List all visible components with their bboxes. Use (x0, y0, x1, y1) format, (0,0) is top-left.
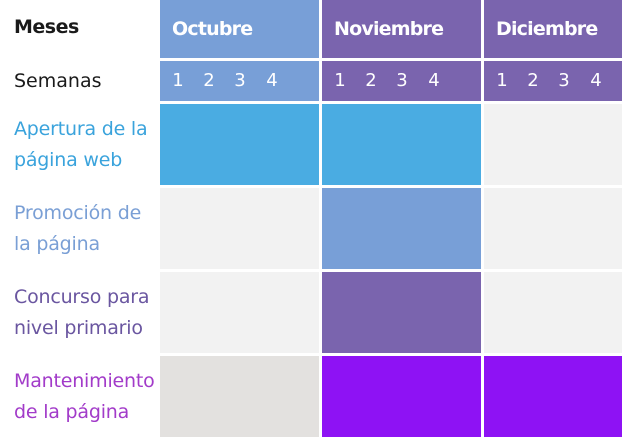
task-bar-3-2 (322, 272, 481, 353)
task-bar-4-1 (160, 356, 319, 437)
task-bar-4-2 (322, 356, 481, 437)
week-number-1-2: 2 (203, 70, 215, 91)
empty-cell-1-3 (484, 104, 622, 185)
week-number-2-1: 1 (334, 70, 346, 91)
week-number-3-4: 4 (590, 70, 602, 91)
week-number-2-4: 4 (428, 70, 440, 91)
weeks-header-label: Semanas (14, 70, 102, 92)
week-number-1-1: 1 (172, 70, 184, 91)
gantt-chart: Meses Semanas Octubre 1 2 3 4 Noviembre 1 2 3 4 Di… (0, 0, 622, 447)
task-label-1: Apertura de la página web (14, 118, 148, 171)
week-number-3-3: 3 (558, 70, 570, 91)
week-number-3-1: 1 (496, 70, 508, 91)
month-title-2: Noviembre (334, 18, 444, 40)
empty-cell-3-1 (160, 272, 319, 353)
empty-cell-2-1 (160, 188, 319, 269)
task-bar-1-2 (322, 104, 481, 185)
task-bar-1-1 (160, 104, 319, 185)
task-label-4: Mantenimiento de la página (14, 370, 155, 423)
week-number-2-3: 3 (396, 70, 408, 91)
empty-cell-3-3 (484, 272, 622, 353)
week-number-2-2: 2 (365, 70, 377, 91)
months-header-label: Meses (14, 16, 79, 38)
week-number-1-4: 4 (266, 70, 278, 91)
week-number-3-2: 2 (527, 70, 539, 91)
task-label-2: Promoción de la página (14, 202, 142, 255)
task-label-3: Concurso para nivel primario (14, 286, 150, 339)
week-number-1-3: 3 (234, 70, 246, 91)
month-title-1: Octubre (172, 18, 253, 40)
empty-cell-2-3 (484, 188, 622, 269)
task-bar-2-2 (322, 188, 481, 269)
task-bar-4-3 (484, 356, 622, 437)
month-title-3: Diciembre (496, 18, 598, 40)
